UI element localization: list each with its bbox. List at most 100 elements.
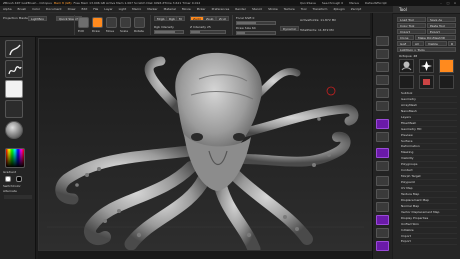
- menu-item-stencil[interactable]: Stencil: [252, 7, 262, 11]
- transp-button[interactable]: [376, 228, 389, 238]
- persp-button[interactable]: [376, 119, 389, 129]
- zadd-button[interactable]: Zadd: [190, 16, 204, 21]
- zsub-button[interactable]: Zsub: [203, 16, 217, 21]
- lightbox-tools-button[interactable]: Lightbox > Tools: [397, 47, 456, 52]
- scroll-button[interactable]: [376, 62, 389, 72]
- subpalette-export[interactable]: Export: [401, 239, 457, 246]
- solo-button[interactable]: [376, 241, 389, 251]
- menu-item-preferences[interactable]: Preferences: [212, 7, 230, 11]
- alpha-off-icon[interactable]: [5, 80, 23, 98]
- simple-brush-thumbnail[interactable]: [399, 75, 414, 89]
- menu-item-movie[interactable]: Movie: [182, 7, 191, 11]
- material-sphere-icon[interactable]: [5, 121, 23, 139]
- menu-item-layer[interactable]: Layer: [104, 7, 112, 11]
- move-icon[interactable]: [106, 17, 117, 28]
- m-button[interactable]: M: [176, 16, 185, 21]
- focal-shift-slider[interactable]: [236, 21, 276, 25]
- z-intensity-slider[interactable]: [190, 30, 226, 34]
- tool-panel-title[interactable]: Tool: [393, 6, 460, 14]
- menu-item-edit[interactable]: Edit: [81, 7, 87, 11]
- actual-button[interactable]: [376, 88, 389, 98]
- move-view-button[interactable]: [376, 189, 389, 199]
- octopus-thumbnail[interactable]: [399, 59, 414, 73]
- standard-brush-icon[interactable]: [5, 40, 23, 58]
- secondary-color-swatch[interactable]: [16, 176, 22, 182]
- rgb-intensity-slider[interactable]: [154, 30, 184, 34]
- menu-item-stroke[interactable]: Stroke: [268, 7, 278, 11]
- projection-master-button[interactable]: Projection Master: [3, 16, 29, 20]
- polymesh-thumbnail[interactable]: [439, 75, 454, 89]
- menu-item-transform[interactable]: Transform: [313, 7, 328, 11]
- spix-button[interactable]: [376, 49, 389, 59]
- menu-item-tool[interactable]: Tool: [301, 7, 307, 11]
- menu-item-render[interactable]: Render: [235, 7, 246, 11]
- rotate-icon[interactable]: [134, 17, 145, 28]
- menu-item-marker[interactable]: Marker: [147, 7, 157, 11]
- sphere-brush-thumbnail[interactable]: [419, 59, 434, 73]
- menu-item-texture[interactable]: Texture: [284, 7, 295, 11]
- octopus-model: [39, 39, 372, 251]
- draw-size-slider[interactable]: [236, 31, 276, 35]
- goz-r-button[interactable]: R: [448, 41, 456, 46]
- canvas-viewport[interactable]: [38, 38, 372, 251]
- menu-item-zscript[interactable]: Zscript: [351, 7, 361, 11]
- clone-button[interactable]: Clone: [397, 35, 414, 40]
- draw-size-label: Draw Size 64: [236, 26, 256, 30]
- scale-label: Scale: [120, 29, 129, 33]
- menu-bar: Alpha Brush Color Document Draw Edit File Layer…: [0, 6, 460, 13]
- top-toolbar: Projection Master LightBox Quick Sketch …: [0, 13, 370, 37]
- bpr-button[interactable]: [376, 36, 389, 46]
- gradient-label[interactable]: Gradient: [3, 170, 16, 174]
- menu-item-draw[interactable]: Draw: [68, 7, 76, 11]
- goz-all-button[interactable]: All: [412, 41, 424, 46]
- load-tool-button[interactable]: Load Tool: [397, 17, 426, 22]
- paste-tool-button[interactable]: Paste Tool: [427, 23, 456, 28]
- aahalf-button[interactable]: [376, 101, 389, 111]
- edit-icon[interactable]: [78, 17, 89, 28]
- draw-label: Draw: [92, 29, 100, 33]
- draw-icon[interactable]: [92, 17, 103, 28]
- scale-icon[interactable]: [120, 17, 131, 28]
- switch-color-label[interactable]: SwitchColor: [3, 184, 21, 188]
- toolbar-divider: [232, 15, 233, 35]
- dynamic-button[interactable]: Dynamic: [280, 26, 300, 31]
- menu-item-zplugin[interactable]: Zplugin: [333, 7, 344, 11]
- floor-button[interactable]: [376, 132, 389, 142]
- export-button[interactable]: Export: [427, 29, 456, 34]
- color-picker-icon[interactable]: [5, 148, 25, 168]
- menu-item-alpha[interactable]: Alpha: [3, 7, 12, 11]
- save-as-button[interactable]: Save As: [427, 17, 456, 22]
- menu-item-macro[interactable]: Macro: [132, 7, 141, 11]
- lightbox-button[interactable]: LightBox: [28, 16, 48, 21]
- menu-item-document[interactable]: Document: [46, 7, 62, 11]
- import-button[interactable]: Import: [397, 29, 426, 34]
- current-tool-label: Octopus: 48: [399, 54, 418, 58]
- app-title: ZBrush 4R7 GoZBrush - Octopus: [3, 1, 52, 5]
- menu-item-material[interactable]: Material: [164, 7, 176, 11]
- zcut-button[interactable]: Zcut: [216, 16, 229, 21]
- menu-item-light[interactable]: Light: [119, 7, 127, 11]
- menu-item-picker[interactable]: Picker: [197, 7, 206, 11]
- zoom3d-button[interactable]: [376, 202, 389, 212]
- make-polymesh-button[interactable]: Make PolyMesh3D: [415, 35, 456, 40]
- eraser-brush-thumbnail[interactable]: [419, 75, 434, 89]
- alternate-label[interactable]: Alternate: [3, 189, 17, 193]
- freehand-stroke-icon[interactable]: [5, 60, 23, 78]
- move-label: Move: [106, 29, 115, 33]
- toolbar-divider: [150, 15, 151, 35]
- tool-subpalette-list: Subtool Geometry ArrayMesh NanoMesh Layers Fi…: [401, 91, 457, 246]
- main-color-swatch[interactable]: [5, 176, 11, 182]
- polyf-button[interactable]: [376, 215, 389, 225]
- xyz-button[interactable]: [376, 161, 389, 171]
- texture-off-icon[interactable]: [5, 100, 23, 118]
- goz-button[interactable]: GoZ: [397, 41, 411, 46]
- goz-visible-button[interactable]: Visible: [425, 41, 447, 46]
- menu-item-file[interactable]: File: [93, 7, 98, 11]
- alpha-brush-thumbnail[interactable]: [439, 59, 454, 73]
- menu-item-color[interactable]: Color: [32, 7, 40, 11]
- menu-item-brush[interactable]: Brush: [18, 7, 27, 11]
- frame-button[interactable]: [376, 176, 389, 186]
- zoom-button[interactable]: [376, 75, 389, 85]
- copy-tool-button[interactable]: Copy Tool: [397, 23, 426, 28]
- local-button[interactable]: [376, 148, 389, 158]
